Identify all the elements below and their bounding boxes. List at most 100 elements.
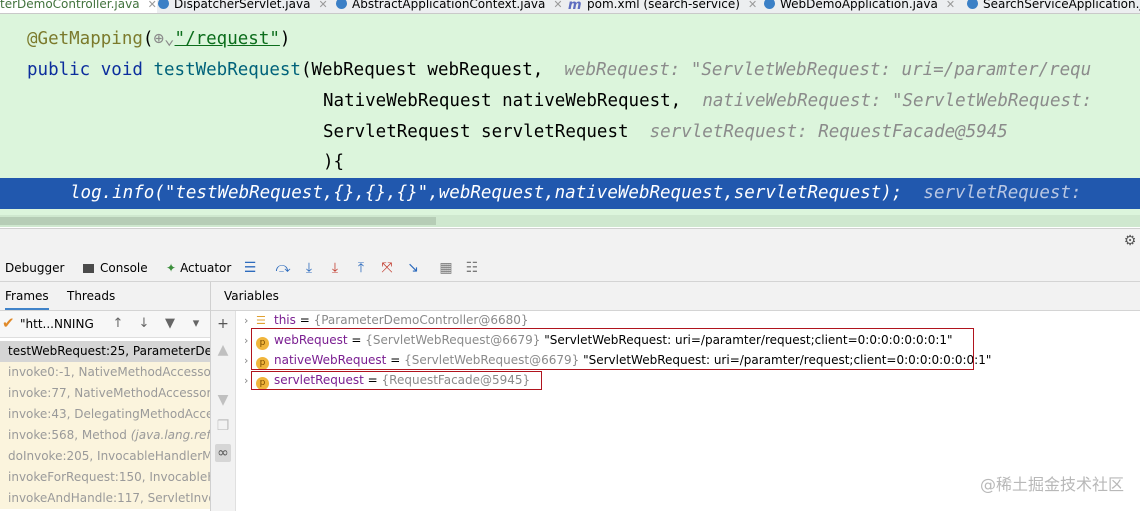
param: (WebRequest webRequest, <box>300 60 544 80</box>
frames-list: testWebRequest:25, ParameterDem invoke0:… <box>0 338 210 511</box>
editor-horizontal-scrollbar[interactable] <box>0 215 1140 227</box>
paren: ( <box>142 29 154 49</box>
tab-label: Actuator <box>180 261 232 275</box>
tab-web-demo-application[interactable]: WebDemoApplication.java ✕ <box>764 0 955 13</box>
tab-label: SearchServiceApplication.ja <box>983 0 1140 11</box>
tab-frames[interactable]: Frames <box>5 282 49 310</box>
close-icon[interactable]: ✕ <box>748 0 757 11</box>
evaluate-expression-icon[interactable]: ▦ <box>437 259 455 277</box>
list-item[interactable]: invoke:568, Method (java.lang.refle <box>0 425 210 446</box>
code-line-param-servlet: ServletRequest servletRequest servletReq… <box>0 117 1140 148</box>
scrollbar-thumb[interactable] <box>0 217 436 225</box>
variables-title: Variables <box>224 282 279 310</box>
trace-icon[interactable]: ☷ <box>463 259 481 277</box>
glasses-icon[interactable]: ∞ <box>215 444 231 462</box>
copy-icon[interactable]: ❐ <box>215 417 231 435</box>
class-icon <box>158 0 169 9</box>
frame-label: invoke:77, NativeMethodAccessorI <box>8 386 210 400</box>
console-icon <box>83 264 94 273</box>
close-icon[interactable]: ✕ <box>318 0 327 11</box>
tab-search-service-application[interactable]: SearchServiceApplication.ja <box>967 0 1140 13</box>
thread-selector[interactable]: "htt...NNING <box>20 311 94 337</box>
arrow-up-icon[interactable]: ▲ <box>215 341 231 359</box>
menu-icon[interactable]: ☰ <box>241 259 259 277</box>
arrow-down-icon[interactable]: ↓ <box>136 315 152 333</box>
class-icon <box>764 0 775 9</box>
gear-icon[interactable]: ⚙ <box>1122 233 1138 249</box>
brace: ){ <box>323 152 345 172</box>
tab-label: Debugger <box>5 261 65 275</box>
tab-abstract-application-context[interactable]: AbstractApplicationContext.java ✕ <box>336 0 563 13</box>
inline-value-hint: servletRequest: <box>923 183 1082 203</box>
frame-label: invokeAndHandle:117, ServletInvoc <box>8 491 210 505</box>
globe-icon: ⊕⌄ <box>153 29 175 49</box>
force-step-into-icon[interactable]: ⤓ <box>326 259 344 277</box>
inline-value-hint: webRequest: "ServletWebRequest: uri=/par… <box>564 60 1092 80</box>
tab-dispatcher-servlet[interactable]: DispatcherServlet.java ✕ <box>158 0 328 13</box>
code-line-param-native: NativeWebRequest nativeWebRequest, nativ… <box>0 86 1140 117</box>
editor-tab-bar: terDemoController.java ✕ DispatcherServle… <box>0 0 1140 14</box>
close-icon[interactable]: ✕ <box>946 0 955 11</box>
tab-label: Console <box>100 261 148 275</box>
arrow-up-icon[interactable]: ↑ <box>110 315 126 333</box>
run-to-cursor-icon[interactable]: ↘ <box>404 259 422 277</box>
step-over-icon[interactable]: ⤼ <box>274 259 292 277</box>
variable-this[interactable]: › ☰ this = {ParameterDemoController@6680} <box>244 310 529 330</box>
statement: log.info("testWebRequest,{},{},{}",webRe… <box>70 183 903 203</box>
watermark: @稀土掘金技术社区 <box>979 475 1124 494</box>
list-item[interactable]: invokeAndHandle:117, ServletInvoc <box>0 488 210 509</box>
param: NativeWebRequest nativeWebRequest, <box>323 91 682 111</box>
frame-label: invoke:43, DelegatingMethodAcces <box>8 407 210 421</box>
check-icon: ✔ <box>2 314 15 332</box>
actuator-icon: ✦ <box>166 261 177 275</box>
frames-toolbar: ✔ "htt...NNING ↑ ↓ ▼ ▾ <box>0 311 210 338</box>
filter-icon[interactable]: ▼ <box>162 315 178 333</box>
list-item[interactable]: doInvoke:205, InvocableHandlerMe <box>0 446 210 467</box>
method-name: testWebRequest <box>153 60 301 80</box>
list-item[interactable]: invoke0:-1, NativeMethodAccessor <box>0 362 210 383</box>
highlight-box <box>251 328 974 370</box>
list-item[interactable]: testWebRequest:25, ParameterDem <box>0 341 210 362</box>
add-watch-icon[interactable]: + <box>215 315 231 333</box>
tab-parameter-demo-controller[interactable]: terDemoController.java ✕ <box>0 0 157 13</box>
tab-pom-xml[interactable]: m pom.xml (search-service) ✕ <box>568 0 757 13</box>
mapping-path: "/request" <box>174 29 280 49</box>
drop-frame-icon[interactable]: ⤧ <box>378 259 396 277</box>
arrow-down-icon[interactable]: ▼ <box>215 391 231 409</box>
close-icon[interactable]: ✕ <box>148 0 157 11</box>
code-editor[interactable]: @GetMapping(⊕⌄"/request") public void te… <box>0 14 1140 227</box>
frame-label: invoke0:-1, NativeMethodAccessor <box>8 365 210 379</box>
chevron-down-icon[interactable]: ▾ <box>188 315 204 333</box>
class-icon <box>967 0 978 9</box>
code-line-annotation: @GetMapping(⊕⌄"/request") <box>0 24 1140 55</box>
tab-label: AbstractApplicationContext.java <box>352 0 546 11</box>
tab-actuator[interactable]: ✦ Actuator <box>166 255 231 281</box>
tab-threads[interactable]: Threads <box>67 282 115 310</box>
frame-label: doInvoke:205, InvocableHandlerMe <box>8 449 210 463</box>
keyword: public <box>27 60 91 80</box>
list-item[interactable]: invoke:43, DelegatingMethodAcces <box>0 404 210 425</box>
debug-header: ⚙ <box>0 228 1140 255</box>
tab-debugger[interactable]: Debugger <box>5 255 64 281</box>
step-into-icon[interactable]: ⤓ <box>300 259 318 277</box>
highlight-box <box>251 371 542 390</box>
list-item[interactable]: invokeForRequest:150, InvocableHa <box>0 467 210 488</box>
close-icon[interactable]: ✕ <box>553 0 562 11</box>
debug-subheader: Frames Threads Variables <box>0 282 1140 311</box>
panel-title: Variables <box>224 289 279 303</box>
tab-label: Threads <box>67 289 116 303</box>
inline-value-hint: servletRequest: RequestFacade@5945 <box>649 122 1008 142</box>
frame-label: invoke:568, Method <box>8 428 127 442</box>
frame-package: (java.lang.refle <box>130 428 210 442</box>
debug-toolbar: Debugger Console ✦ Actuator ☰ ⤼ ⤓ ⤓ ⤒ ⤧ ↘… <box>0 255 1140 282</box>
code-line-signature: public void testWebRequest(WebRequest we… <box>0 55 1140 86</box>
tab-label: pom.xml (search-service) <box>587 0 740 11</box>
step-out-icon[interactable]: ⤒ <box>352 259 370 277</box>
keyword: void <box>100 60 143 80</box>
list-item[interactable]: invoke:77, NativeMethodAccessorI <box>0 383 210 404</box>
paren: ) <box>279 29 291 49</box>
code-line-brace: ){ <box>0 147 1140 178</box>
variable-name: this <box>274 313 296 327</box>
tab-console[interactable]: Console <box>83 255 148 281</box>
frame-label: testWebRequest:25, ParameterDem <box>8 344 210 358</box>
